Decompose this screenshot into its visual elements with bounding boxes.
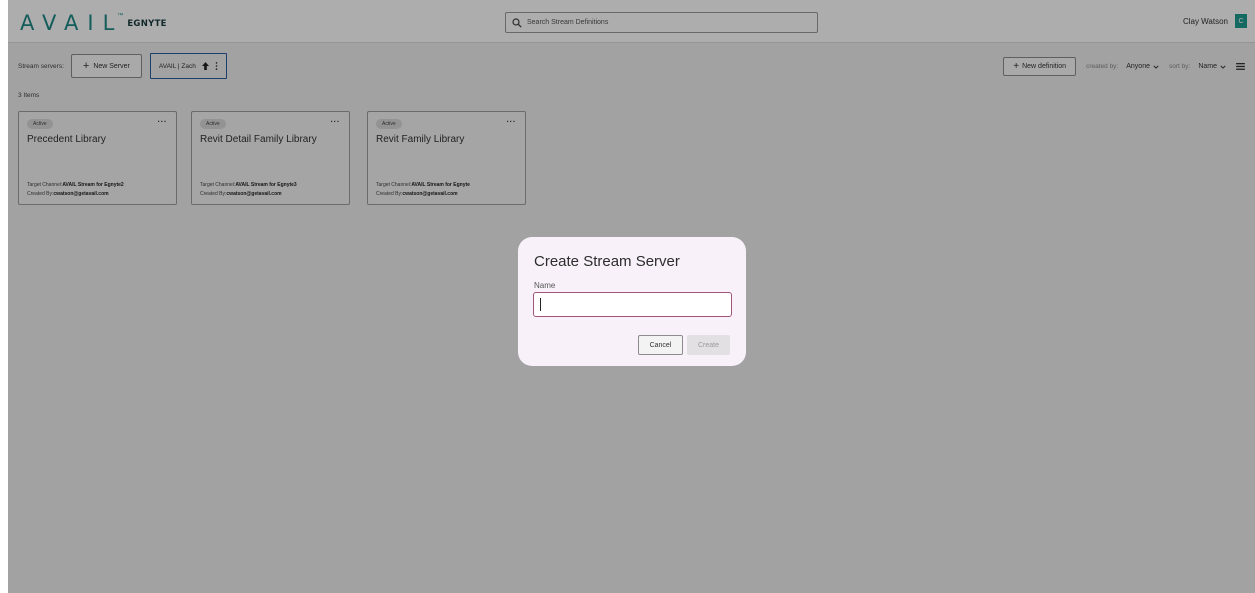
text-caret [540,298,541,311]
cancel-button[interactable]: Cancel [638,335,683,355]
name-input[interactable] [533,292,732,317]
create-stream-server-dialog: Create Stream Server Name Cancel Create [518,237,746,366]
name-field-label: Name [534,281,556,290]
dialog-title: Create Stream Server [534,253,680,270]
create-button[interactable]: Create [687,335,730,355]
